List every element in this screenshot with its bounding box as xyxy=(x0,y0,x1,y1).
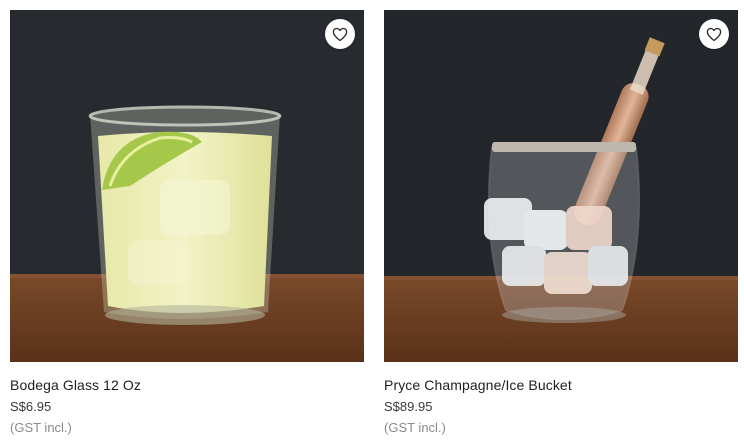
tax-note: (GST incl.) xyxy=(10,420,72,435)
favorite-button[interactable] xyxy=(699,19,729,49)
product-price: S$89.95 xyxy=(384,399,433,414)
product-title[interactable]: Pryce Champagne/Ice Bucket xyxy=(384,377,738,393)
product-price: S$6.95 xyxy=(10,399,52,414)
tax-note: (GST incl.) xyxy=(384,420,446,435)
product-image-champagne-bucket[interactable] xyxy=(384,10,738,362)
champagne-bucket-photo xyxy=(384,10,738,362)
product-title[interactable]: Bodega Glass 12 Oz xyxy=(10,377,364,393)
product-image-bodega-glass[interactable] xyxy=(10,10,364,362)
heart-outline-icon xyxy=(332,27,348,41)
product-card-bodega-glass[interactable]: Bodega Glass 12 Oz S$6.95 (GST incl.) xyxy=(10,10,364,435)
heart-outline-icon xyxy=(706,27,722,41)
product-card-champagne-bucket[interactable]: Pryce Champagne/Ice Bucket S$89.95 (GST … xyxy=(384,10,738,435)
bodega-glass-photo xyxy=(10,10,364,362)
favorite-button[interactable] xyxy=(325,19,355,49)
